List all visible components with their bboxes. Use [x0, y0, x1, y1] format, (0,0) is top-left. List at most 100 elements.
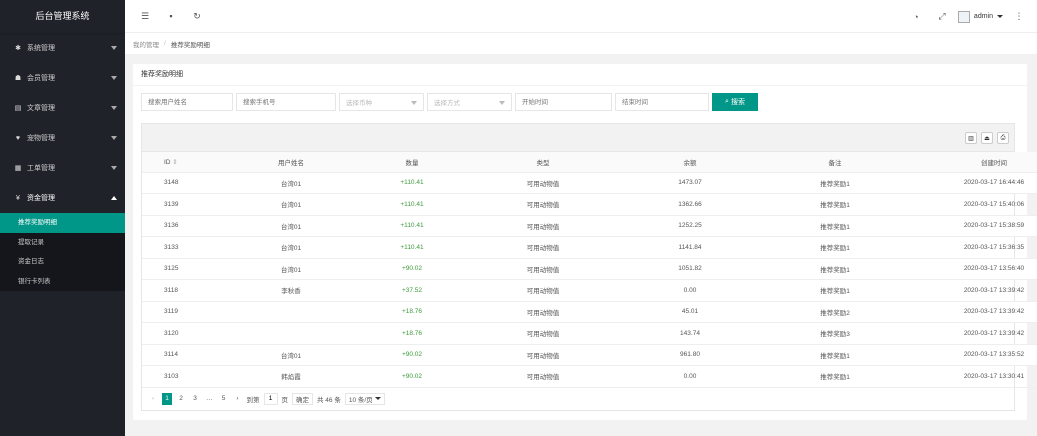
chevron-down-icon — [374, 397, 381, 400]
table-cell: 45.01 — [622, 301, 758, 323]
page-size-select[interactable]: 10 条/页 — [344, 392, 385, 405]
table-row: 3133 台湾01 +110.41 可用动物值 1141.84 推荐奖励1 2020-03-… — [142, 236, 1037, 259]
table-cell: +18.76 — [360, 301, 464, 323]
more-icon[interactable]: ⋮ — [1009, 0, 1029, 33]
table-cell: 推荐奖励1 — [758, 215, 912, 237]
total-count: 共 46 条 — [317, 396, 341, 404]
table-row: 3119 +18.76 可用动物值 45.01 推荐奖励2 2020-03-17 13:3… — [142, 301, 1037, 323]
table-cell: 推荐奖励1 — [758, 236, 912, 259]
table-cell: 3139 — [142, 193, 222, 216]
user-menu[interactable]: admin — [957, 10, 1003, 23]
table-cell: 3103 — [142, 365, 222, 388]
table-cell: 台湾01 — [222, 215, 360, 237]
sidebar-item-label: 文章管理 — [27, 105, 55, 112]
table-cell: 0.00 — [622, 279, 758, 302]
sidebar-item-4[interactable]: ▦ 工单管理 — [0, 153, 125, 183]
table-cell: 可用动物值 — [464, 365, 622, 388]
theme-icon[interactable]: ◔ — [906, 0, 926, 33]
top-header: ☰ ▪ ↻ ◔ ⤢ admin ⋮ — [125, 0, 1037, 33]
chevron-icon — [111, 76, 117, 80]
message-icon[interactable]: ▪ — [161, 0, 181, 33]
method-select[interactable]: 选择方式 — [427, 93, 512, 111]
prev-page-button[interactable]: ‹ — [148, 393, 158, 405]
export-icon[interactable]: ⏏ — [981, 132, 993, 144]
breadcrumb: 我的管理 / 推荐奖励明细 — [125, 33, 1037, 55]
table-cell: 2020-03-17 13:39:42 — [912, 322, 1037, 345]
page-button[interactable]: 2 — [176, 393, 186, 405]
table-cell: 可用动物值 — [464, 193, 622, 216]
breadcrumb-home[interactable]: 我的管理 — [133, 39, 159, 49]
table-cell: 可用动物值 — [464, 215, 622, 237]
table-cell: 可用动物值 — [464, 344, 622, 366]
submenu-item[interactable]: 银行卡列表 — [0, 272, 125, 292]
yen-icon: ¥ — [16, 194, 20, 202]
search-form: 选择币种 选择方式 ⌕ 搜索 — [141, 93, 758, 111]
menu-toggle-icon[interactable]: ☰ — [135, 0, 155, 33]
sidebar-item-3[interactable]: ♥ 宠物管理 — [0, 123, 125, 153]
column-header: 创建时间 — [912, 152, 1037, 173]
sort-icon[interactable]: ⇕ — [171, 159, 177, 166]
chevron-down-icon — [997, 15, 1003, 18]
sidebar-item-5[interactable]: ¥ 资金管理 — [0, 183, 125, 213]
main-card: 推荐奖励明细 选择币种 选择方式 ⌕ 搜索 ▥ ⏏ ⎙ — [133, 64, 1037, 420]
currency-select[interactable]: 选择币种 — [339, 93, 424, 111]
table-row: 3148 台湾01 +110.41 可用动物值 1473.07 推荐奖励1 2020-03-… — [142, 172, 1037, 194]
table-cell: 2020-03-17 15:38:59 — [912, 215, 1037, 237]
end-time-input[interactable] — [615, 93, 709, 111]
table-cell: 2020-03-17 16:44:46 — [912, 172, 1037, 194]
table-cell: 2020-03-17 13:56:40 — [912, 258, 1037, 280]
username-search-input[interactable] — [141, 93, 233, 111]
users-icon: ☗ — [14, 75, 22, 82]
start-time-input[interactable] — [515, 93, 612, 111]
print-icon[interactable]: ⎙ — [997, 132, 1009, 144]
page-button[interactable]: 3 — [190, 393, 200, 405]
chevron-icon — [111, 196, 117, 200]
refresh-icon[interactable]: ↻ — [187, 0, 207, 33]
table-cell: +110.41 — [360, 215, 464, 237]
table-cell: 台湾01 — [222, 193, 360, 216]
table-cell: +18.76 — [360, 322, 464, 345]
table-cell: 台湾01 — [222, 258, 360, 280]
table-cell: 2020-03-17 15:36:35 — [912, 236, 1037, 259]
next-page-button[interactable]: › — [233, 393, 243, 405]
breadcrumb-current: 推荐奖励明细 — [170, 41, 210, 49]
column-header: 余额 — [622, 152, 758, 173]
table-cell: 推荐奖励1 — [758, 258, 912, 280]
goto-confirm-button[interactable]: 确定 — [292, 392, 313, 405]
chevron-icon — [111, 106, 117, 110]
column-header: 数量 — [360, 152, 464, 173]
breadcrumb-separator: / — [164, 40, 166, 47]
sidebar-item-2[interactable]: ▤ 文章管理 — [0, 93, 125, 123]
table-cell: 1051.82 — [622, 258, 758, 280]
sidebar-item-1[interactable]: ☗ 会员管理 — [0, 63, 125, 93]
fullscreen-icon[interactable]: ⤢ — [932, 0, 952, 33]
sidebar: 后台管理系统 ✱ 系统管理 ☗ 会员管理 ▤ 文章管理 ♥ 宠物管理 ▦ 工单管理 ¥ 资金管理 推荐奖… — [0, 0, 125, 436]
table-cell: 韩焰霞 — [222, 365, 360, 388]
column-header[interactable]: ID ⇕ — [142, 152, 222, 173]
chevron-icon — [111, 46, 117, 50]
table-cell: 可用动物值 — [464, 322, 622, 345]
table-cell: +90.02 — [360, 365, 464, 388]
table-cell: +110.41 — [360, 236, 464, 259]
avatar — [957, 10, 970, 23]
search-button[interactable]: ⌕ 搜索 — [712, 93, 758, 111]
submenu-item[interactable]: 推荐奖励明细 — [0, 213, 125, 233]
submenu-item[interactable]: 提取记录 — [0, 233, 125, 253]
phone-search-input[interactable] — [236, 93, 336, 111]
columns-filter-icon[interactable]: ▥ — [965, 132, 977, 144]
page-button[interactable]: 1 — [162, 392, 172, 405]
goto-page-input[interactable] — [263, 392, 278, 405]
submenu-item[interactable]: 资金日志 — [0, 252, 125, 272]
sidebar-item-0[interactable]: ✱ 系统管理 — [0, 33, 125, 63]
page-button[interactable]: 5 — [219, 393, 229, 405]
heart-icon: ♥ — [15, 134, 21, 142]
table-cell: 3148 — [142, 172, 222, 194]
sidebar-item-label: 会员管理 — [27, 75, 55, 82]
table-cell: 推荐奖励1 — [758, 365, 912, 388]
table-cell: 推荐奖励1 — [758, 344, 912, 366]
table-cell: 推荐奖励1 — [758, 279, 912, 302]
table-row: 3139 台湾01 +110.41 可用动物值 1362.66 推荐奖励1 2020-03-… — [142, 193, 1037, 216]
sidebar-item-label: 资金管理 — [27, 195, 55, 202]
table-cell: 推荐奖励1 — [758, 172, 912, 194]
article-icon: ▤ — [14, 105, 22, 112]
